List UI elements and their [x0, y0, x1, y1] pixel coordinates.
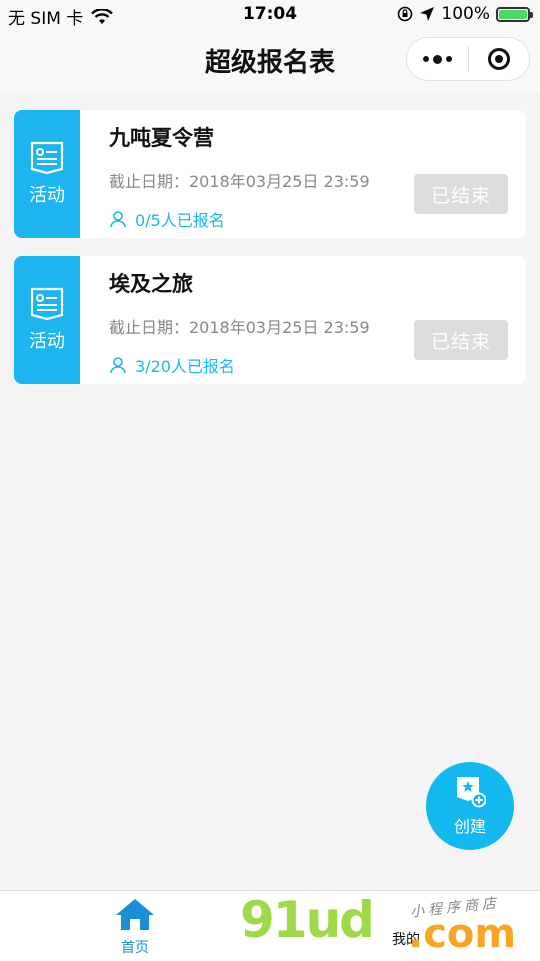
more-menu-button[interactable]	[407, 38, 468, 80]
tab-mine-label: 我的	[392, 932, 420, 948]
event-type-tag: 活动	[14, 256, 80, 384]
battery-icon	[496, 6, 533, 22]
tab-home[interactable]: 首页	[75, 897, 195, 957]
create-button[interactable]: 创建	[426, 762, 514, 850]
signup-count: 0/5人已报名	[109, 207, 225, 231]
event-deadline: 截止日期：2018年03月25日 23:59	[109, 318, 370, 337]
ended-status-button: 已结束	[414, 174, 508, 214]
event-type-label: 活动	[29, 185, 65, 206]
target-circle-icon	[487, 48, 510, 70]
battery-percent: 100%	[441, 4, 490, 24]
event-type-tag: 活动	[14, 110, 80, 238]
event-title: 九吨夏令营	[109, 126, 214, 150]
status-right: 100%	[397, 4, 533, 24]
tab-mine[interactable]: 我的	[346, 927, 466, 949]
event-title: 埃及之旅	[109, 272, 193, 296]
ended-status-button: 已结束	[414, 320, 508, 360]
close-miniprogram-button[interactable]	[469, 38, 530, 80]
form-document-icon	[30, 287, 64, 321]
status-bar: 无 SIM 卡 17:04 100%	[0, 0, 540, 30]
battery-fill	[499, 9, 527, 19]
tab-bar: 首页 我的	[0, 890, 540, 961]
home-icon	[116, 899, 154, 930]
tab-home-label: 首页	[121, 940, 149, 956]
event-deadline: 截止日期：2018年03月25日 23:59	[109, 172, 370, 191]
nav-bar: 超级报名表	[0, 30, 540, 90]
star-form-add-icon	[457, 777, 486, 808]
event-list: 活动 九吨夏令营 截止日期：2018年03月25日 23:59 0/5人已报名 …	[14, 110, 526, 402]
event-card[interactable]: 活动 埃及之旅 截止日期：2018年03月25日 23:59 3/20人已报名 …	[14, 256, 526, 384]
event-card[interactable]: 活动 九吨夏令营 截止日期：2018年03月25日 23:59 0/5人已报名 …	[14, 110, 526, 238]
event-type-label: 活动	[29, 331, 65, 352]
person-icon	[110, 211, 126, 228]
create-button-label: 创建	[453, 817, 486, 836]
signup-count-text: 0/5人已报名	[135, 211, 225, 230]
signup-count: 3/20人已报名	[109, 353, 235, 377]
person-icon	[110, 357, 126, 374]
miniprogram-capsule	[406, 37, 530, 81]
orientation-lock-icon	[398, 6, 413, 22]
more-dots-icon	[422, 54, 452, 64]
signup-count-text: 3/20人已报名	[135, 357, 235, 376]
location-arrow-icon	[420, 7, 435, 21]
form-document-icon	[30, 141, 64, 175]
